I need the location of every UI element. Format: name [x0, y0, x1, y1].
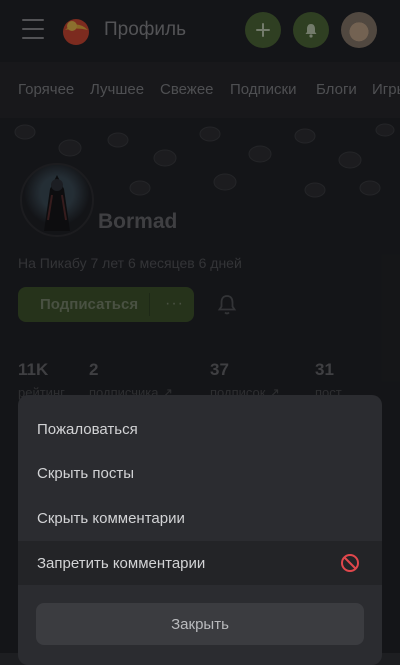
menu-item-hide-posts[interactable]: Скрыть посты — [18, 451, 382, 495]
menu-item-label: Скрыть посты — [37, 464, 134, 482]
menu-item-label: Скрыть комментарии — [37, 509, 185, 527]
menu-item-report[interactable]: Пожаловаться — [18, 407, 382, 451]
menu-item-label: Пожаловаться — [37, 420, 138, 438]
menu-item-ban-comments[interactable]: Запретить комментарии — [18, 541, 382, 585]
close-button[interactable]: Закрыть — [36, 603, 364, 645]
menu-item-label: Запретить комментарии — [37, 554, 206, 572]
menu-item-hide-comments[interactable]: Скрыть комментарии — [18, 496, 382, 540]
action-sheet: Пожаловаться Скрыть посты Скрыть коммент… — [18, 395, 382, 665]
ban-icon — [341, 554, 359, 572]
